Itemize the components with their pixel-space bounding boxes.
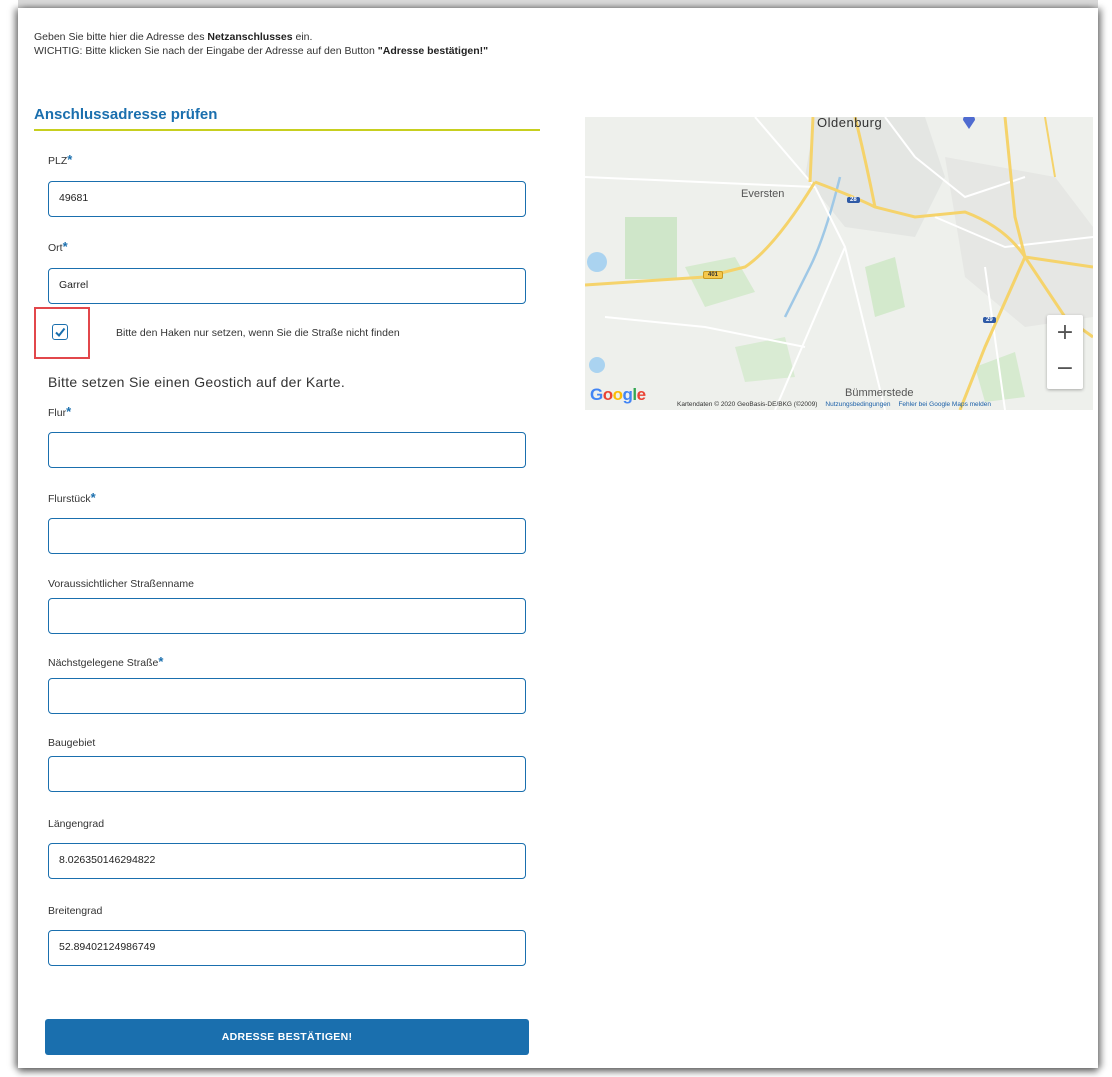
checkbox-label: Bitte den Haken nur setzen, wenn Sie die… (116, 327, 400, 339)
flurstueck-label: Flurstück* (48, 490, 96, 505)
map-credits-text: Kartendaten © 2020 GeoBasis-DE/BKG (©200… (677, 401, 818, 408)
map-report-link[interactable]: Fehler bei Google Maps melden (898, 401, 991, 408)
strassenname-input[interactable] (48, 598, 526, 634)
strassenname-label: Voraussichtlicher Straßenname (48, 578, 194, 590)
required-marker: * (158, 654, 164, 669)
plz-input[interactable]: 49681 (48, 181, 526, 217)
map-credits: Kartendaten © 2020 GeoBasis-DE/BKG (©200… (677, 401, 991, 408)
baugebiet-input[interactable] (48, 756, 526, 792)
intro-line2-bold: "Adresse bestätigen!" (377, 45, 489, 57)
map-label-oldenburg: Oldenburg (817, 117, 883, 130)
zoom-in-button[interactable]: + (1047, 315, 1083, 351)
map-label-buemmerstede: Bümmerstede (845, 387, 914, 399)
intro-line1-text: Geben Sie bitte hier die Adresse des (34, 31, 208, 43)
section-title: Anschlussadresse prüfen (34, 106, 540, 131)
confirm-address-button[interactable]: ADRESSE BESTÄTIGEN! (45, 1019, 529, 1055)
required-marker: * (67, 152, 73, 167)
intro-text: Geben Sie bitte hier die Adresse des Net… (34, 30, 488, 58)
road-shield-29: 29 (983, 317, 996, 323)
baugebiet-label: Baugebiet (48, 737, 96, 749)
road-shield-28: 28 (847, 197, 860, 203)
ort-label: Ort* (48, 239, 68, 254)
intro-line1-end: ein. (292, 31, 313, 43)
breitengrad-label: Breitengrad (48, 905, 103, 917)
laengengrad-input[interactable]: 8.026350146294822 (48, 843, 526, 879)
google-logo[interactable]: Google (590, 385, 646, 405)
street-not-found-checkbox[interactable] (52, 324, 68, 340)
naechste-strasse-input[interactable] (48, 678, 526, 714)
ort-input[interactable]: Garrel (48, 268, 526, 304)
required-marker: * (62, 239, 68, 254)
geo-note: Bitte setzen Sie einen Geostich auf der … (48, 374, 346, 390)
breitengrad-input[interactable]: 52.89402124986749 (48, 930, 526, 966)
plz-label: PLZ* (48, 152, 73, 167)
zoom-out-button[interactable]: − (1047, 351, 1083, 387)
required-marker: * (66, 404, 72, 419)
laengengrad-label: Längengrad (48, 818, 105, 830)
flur-input[interactable] (48, 432, 526, 468)
intro-line1-bold: Netzanschlusses (207, 31, 293, 43)
map-canvas[interactable] (585, 117, 1093, 410)
map-label-eversten: Eversten (741, 188, 785, 200)
intro-line2-text: WICHTIG: Bitte klicken Sie nach der Eing… (34, 45, 378, 57)
window-top-edge (18, 0, 1098, 8)
zoom-controls: + − (1047, 315, 1083, 389)
checkmark-icon (55, 327, 66, 338)
map-terms-link[interactable]: Nutzungsbedingungen (825, 401, 890, 408)
flurstueck-input[interactable] (48, 518, 526, 554)
naechste-strasse-label: Nächstgelegene Straße* (48, 654, 164, 669)
required-marker: * (90, 490, 96, 505)
road-shield-401: 401 (703, 271, 724, 279)
flur-label: Flur* (48, 404, 72, 419)
map-widget[interactable]: Oldenburg Eversten Bümmerstede 28 29 401… (585, 117, 1093, 410)
